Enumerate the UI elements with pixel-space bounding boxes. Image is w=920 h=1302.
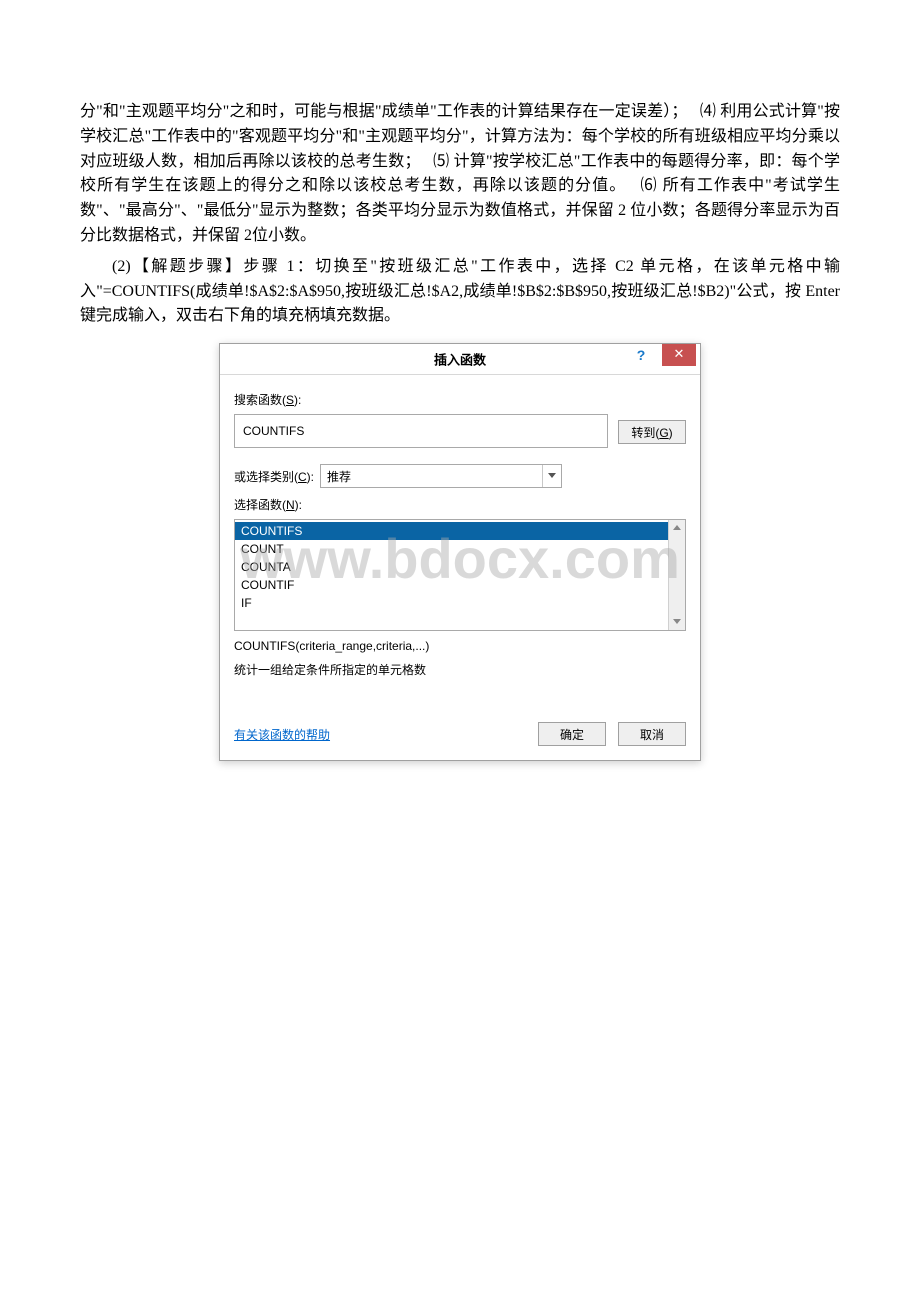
list-item[interactable]: COUNTIFS (235, 522, 685, 540)
dialog-body: 搜索函数(S): 转到(G) 或选择类别(C): 推荐 (220, 375, 700, 760)
scroll-down-icon[interactable] (669, 614, 685, 630)
function-description: 统计一组给定条件所指定的单元格数 (234, 661, 686, 678)
list-item[interactable]: COUNTIF (235, 576, 685, 594)
cancel-button[interactable]: 取消 (618, 722, 686, 746)
search-label: 搜索函数(S): (234, 391, 686, 408)
num-6: ⑹ (641, 177, 658, 194)
dialog-titlebar: 插入函数 ? ✕ (220, 344, 700, 375)
function-syntax: COUNTIFS(criteria_range,criteria,...) (234, 639, 686, 653)
scroll-up-icon[interactable] (669, 520, 685, 536)
chevron-down-icon (542, 465, 561, 487)
p1-text-a: 分"和"主观题平均分"之和时，可能与根据"成绩单"工作表的计算结果存在一定误差）… (80, 103, 696, 120)
paragraph-1: 分"和"主观题平均分"之和时，可能与根据"成绩单"工作表的计算结果存在一定误差）… (80, 100, 840, 249)
ok-button[interactable]: 确定 (538, 722, 606, 746)
help-link[interactable]: 有关该函数的帮助 (234, 726, 330, 743)
list-item[interactable]: COUNT (235, 540, 685, 558)
function-listbox[interactable]: COUNTIFS COUNT COUNTA COUNTIF IF (234, 519, 686, 631)
dialog-title: 插入函数 (434, 350, 486, 369)
go-button[interactable]: 转到(G) (618, 420, 686, 444)
num-4: ⑷ (700, 103, 716, 120)
category-select[interactable]: 推荐 (320, 464, 562, 488)
select-function-label: 选择函数(N): (234, 496, 686, 513)
paragraph-2: (2)【解题步骤】步骤 1：切换至"按班级汇总"工作表中，选择 C2 单元格，在… (80, 255, 840, 329)
category-value: 推荐 (327, 468, 351, 485)
list-item[interactable]: IF (235, 594, 685, 612)
scrollbar[interactable] (668, 520, 685, 630)
list-item[interactable]: COUNTA (235, 558, 685, 576)
help-icon[interactable]: ? (624, 344, 658, 366)
dialog-container: www.bdocx.com 插入函数 ? ✕ 搜索函数(S): 转到(G) (80, 343, 840, 761)
close-icon[interactable]: ✕ (662, 344, 696, 366)
num-5: ⑸ (433, 153, 449, 170)
category-label: 或选择类别(C): (234, 468, 314, 485)
insert-function-dialog: 插入函数 ? ✕ 搜索函数(S): 转到(G) 或选择类别(C): (219, 343, 701, 761)
search-input[interactable] (234, 414, 608, 448)
